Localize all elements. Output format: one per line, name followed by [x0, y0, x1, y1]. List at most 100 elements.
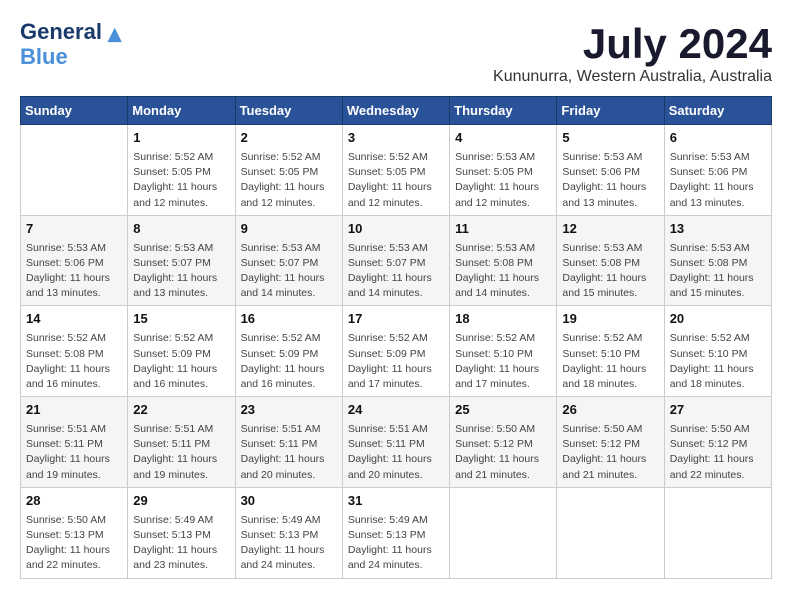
calendar-cell	[557, 487, 664, 578]
day-details: Sunrise: 5:53 AM Sunset: 5:07 PM Dayligh…	[241, 241, 337, 302]
calendar-cell: 20 Sunrise: 5:52 AM Sunset: 5:10 PM Dayli…	[664, 306, 771, 397]
calendar-table: SundayMondayTuesdayWednesdayThursdayFrid…	[20, 96, 772, 579]
day-number: 20	[670, 310, 766, 329]
day-details: Sunrise: 5:52 AM Sunset: 5:05 PM Dayligh…	[348, 150, 444, 211]
day-number: 18	[455, 310, 551, 329]
day-number: 19	[562, 310, 658, 329]
calendar-cell	[664, 487, 771, 578]
day-number: 5	[562, 129, 658, 148]
day-number: 24	[348, 401, 444, 420]
day-number: 26	[562, 401, 658, 420]
day-details: Sunrise: 5:52 AM Sunset: 5:09 PM Dayligh…	[348, 331, 444, 392]
header-saturday: Saturday	[664, 97, 771, 125]
day-number: 12	[562, 220, 658, 239]
day-number: 7	[26, 220, 122, 239]
calendar-cell: 7 Sunrise: 5:53 AM Sunset: 5:06 PM Daylig…	[21, 215, 128, 306]
calendar-cell: 9 Sunrise: 5:53 AM Sunset: 5:07 PM Daylig…	[235, 215, 342, 306]
header-wednesday: Wednesday	[342, 97, 449, 125]
day-details: Sunrise: 5:52 AM Sunset: 5:05 PM Dayligh…	[241, 150, 337, 211]
calendar-cell: 1 Sunrise: 5:52 AM Sunset: 5:05 PM Daylig…	[128, 125, 235, 216]
week-row-2: 14Sunrise: 5:52 AM Sunset: 5:08 PM Dayli…	[21, 306, 772, 397]
day-number: 2	[241, 129, 337, 148]
logo-bird-icon: ▴	[108, 18, 121, 48]
day-details: Sunrise: 5:50 AM Sunset: 5:12 PM Dayligh…	[670, 422, 766, 483]
day-number: 25	[455, 401, 551, 420]
day-details: Sunrise: 5:50 AM Sunset: 5:12 PM Dayligh…	[562, 422, 658, 483]
day-number: 21	[26, 401, 122, 420]
day-number: 4	[455, 129, 551, 148]
calendar-cell: 6 Sunrise: 5:53 AM Sunset: 5:06 PM Daylig…	[664, 125, 771, 216]
day-details: Sunrise: 5:51 AM Sunset: 5:11 PM Dayligh…	[26, 422, 122, 483]
day-details: Sunrise: 5:51 AM Sunset: 5:11 PM Dayligh…	[133, 422, 229, 483]
day-details: Sunrise: 5:53 AM Sunset: 5:08 PM Dayligh…	[455, 241, 551, 302]
calendar-header-row: SundayMondayTuesdayWednesdayThursdayFrid…	[21, 97, 772, 125]
calendar-cell: 8 Sunrise: 5:53 AM Sunset: 5:07 PM Daylig…	[128, 215, 235, 306]
calendar-cell: 27 Sunrise: 5:50 AM Sunset: 5:12 PM Dayli…	[664, 397, 771, 488]
calendar-cell: 13 Sunrise: 5:53 AM Sunset: 5:08 PM Dayli…	[664, 215, 771, 306]
calendar-cell: 22 Sunrise: 5:51 AM Sunset: 5:11 PM Dayli…	[128, 397, 235, 488]
day-details: Sunrise: 5:52 AM Sunset: 5:09 PM Dayligh…	[133, 331, 229, 392]
day-number: 13	[670, 220, 766, 239]
calendar-cell: 30Sunrise: 5:49 AM Sunset: 5:13 PM Dayli…	[235, 487, 342, 578]
week-row-1: 7 Sunrise: 5:53 AM Sunset: 5:06 PM Daylig…	[21, 215, 772, 306]
calendar-cell: 19Sunrise: 5:52 AM Sunset: 5:10 PM Dayli…	[557, 306, 664, 397]
logo-blue: Blue	[20, 46, 68, 68]
calendar-cell: 2 Sunrise: 5:52 AM Sunset: 5:05 PM Daylig…	[235, 125, 342, 216]
header-thursday: Thursday	[450, 97, 557, 125]
day-details: Sunrise: 5:53 AM Sunset: 5:06 PM Dayligh…	[562, 150, 658, 211]
calendar-cell: 18 Sunrise: 5:52 AM Sunset: 5:10 PM Dayli…	[450, 306, 557, 397]
day-number: 6	[670, 129, 766, 148]
page-title: July 2024	[493, 20, 772, 68]
day-details: Sunrise: 5:52 AM Sunset: 5:05 PM Dayligh…	[133, 150, 229, 211]
calendar-cell: 28 Sunrise: 5:50 AM Sunset: 5:13 PM Dayli…	[21, 487, 128, 578]
header-sunday: Sunday	[21, 97, 128, 125]
calendar-cell: 29 Sunrise: 5:49 AM Sunset: 5:13 PM Dayli…	[128, 487, 235, 578]
calendar-cell: 10 Sunrise: 5:53 AM Sunset: 5:07 PM Dayli…	[342, 215, 449, 306]
day-number: 8	[133, 220, 229, 239]
calendar-cell: 16Sunrise: 5:52 AM Sunset: 5:09 PM Dayli…	[235, 306, 342, 397]
day-number: 9	[241, 220, 337, 239]
day-details: Sunrise: 5:51 AM Sunset: 5:11 PM Dayligh…	[241, 422, 337, 483]
calendar-cell: 31Sunrise: 5:49 AM Sunset: 5:13 PM Dayli…	[342, 487, 449, 578]
calendar-cell: 21 Sunrise: 5:51 AM Sunset: 5:11 PM Dayli…	[21, 397, 128, 488]
day-number: 28	[26, 492, 122, 511]
day-details: Sunrise: 5:52 AM Sunset: 5:09 PM Dayligh…	[241, 331, 337, 392]
calendar-cell: 3 Sunrise: 5:52 AM Sunset: 5:05 PM Daylig…	[342, 125, 449, 216]
calendar-cell: 4Sunrise: 5:53 AM Sunset: 5:05 PM Daylig…	[450, 125, 557, 216]
day-details: Sunrise: 5:53 AM Sunset: 5:07 PM Dayligh…	[348, 241, 444, 302]
week-row-3: 21 Sunrise: 5:51 AM Sunset: 5:11 PM Dayli…	[21, 397, 772, 488]
day-details: Sunrise: 5:53 AM Sunset: 5:08 PM Dayligh…	[562, 241, 658, 302]
day-details: Sunrise: 5:53 AM Sunset: 5:06 PM Dayligh…	[26, 241, 122, 302]
calendar-cell: 26 Sunrise: 5:50 AM Sunset: 5:12 PM Dayli…	[557, 397, 664, 488]
page-subtitle: Kununurra, Western Australia, Australia	[493, 68, 772, 86]
day-number: 11	[455, 220, 551, 239]
day-details: Sunrise: 5:49 AM Sunset: 5:13 PM Dayligh…	[348, 513, 444, 574]
day-details: Sunrise: 5:50 AM Sunset: 5:13 PM Dayligh…	[26, 513, 122, 574]
day-number: 3	[348, 129, 444, 148]
header: General ▴ Blue July 2024 Kununurra, West…	[20, 20, 772, 86]
day-number: 30	[241, 492, 337, 511]
calendar-cell	[21, 125, 128, 216]
day-number: 29	[133, 492, 229, 511]
day-details: Sunrise: 5:53 AM Sunset: 5:08 PM Dayligh…	[670, 241, 766, 302]
day-details: Sunrise: 5:53 AM Sunset: 5:06 PM Dayligh…	[670, 150, 766, 211]
day-number: 10	[348, 220, 444, 239]
day-number: 15	[133, 310, 229, 329]
logo-general: General	[20, 19, 102, 44]
calendar-cell: 17Sunrise: 5:52 AM Sunset: 5:09 PM Dayli…	[342, 306, 449, 397]
day-details: Sunrise: 5:52 AM Sunset: 5:10 PM Dayligh…	[670, 331, 766, 392]
day-details: Sunrise: 5:53 AM Sunset: 5:07 PM Dayligh…	[133, 241, 229, 302]
day-number: 14	[26, 310, 122, 329]
day-number: 27	[670, 401, 766, 420]
calendar-cell: 12 Sunrise: 5:53 AM Sunset: 5:08 PM Dayli…	[557, 215, 664, 306]
calendar-cell: 11 Sunrise: 5:53 AM Sunset: 5:08 PM Dayli…	[450, 215, 557, 306]
day-number: 23	[241, 401, 337, 420]
day-details: Sunrise: 5:49 AM Sunset: 5:13 PM Dayligh…	[133, 513, 229, 574]
week-row-0: 1 Sunrise: 5:52 AM Sunset: 5:05 PM Daylig…	[21, 125, 772, 216]
day-details: Sunrise: 5:52 AM Sunset: 5:10 PM Dayligh…	[455, 331, 551, 392]
day-number: 22	[133, 401, 229, 420]
day-details: Sunrise: 5:50 AM Sunset: 5:12 PM Dayligh…	[455, 422, 551, 483]
header-friday: Friday	[557, 97, 664, 125]
logo: General ▴ Blue	[20, 20, 121, 68]
day-number: 1	[133, 129, 229, 148]
